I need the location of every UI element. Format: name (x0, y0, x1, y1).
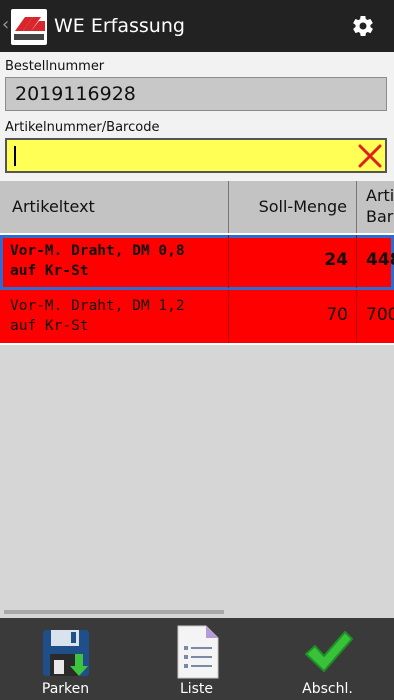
app-title: WE Erfassung (54, 15, 185, 37)
checkmark-icon (303, 624, 353, 680)
row-article-text: Vor-M. Draht, DM 0,8 auf Kr-St (10, 243, 185, 279)
horizontal-scrollbar[interactable] (4, 610, 224, 614)
list-button-label: Liste (179, 681, 214, 697)
finish-button[interactable]: Abschl. (262, 618, 393, 700)
article-table: Artikeltext Soll-Menge Arti Bar Vor-M. D… (0, 181, 394, 345)
app-logo[interactable] (11, 9, 47, 45)
order-number-field[interactable]: 2019116928 (5, 77, 387, 111)
table-row[interactable]: Vor-M. Draht, DM 1,2 auf Kr-St 70 700 (0, 290, 394, 345)
column-header-article-text[interactable]: Artikeltext (0, 181, 228, 233)
table-row[interactable]: Vor-M. Draht, DM 0,8 auf Kr-St 24 448 (0, 235, 394, 290)
row-target-qty: 24 (228, 235, 356, 288)
text-cursor (14, 146, 16, 166)
table-header: Artikeltext Soll-Menge Arti Bar (0, 181, 394, 235)
gear-icon[interactable] (351, 14, 375, 38)
back-chevron-icon[interactable]: ‹ (2, 14, 9, 36)
barcode-input[interactable] (5, 138, 387, 173)
finish-button-label: Abschl. (302, 681, 353, 697)
app-bar: ‹ WE Erfassung (0, 0, 394, 52)
row-barcode: 448 (356, 235, 394, 288)
list-document-icon (172, 624, 222, 680)
row-article-text: Vor-M. Draht, DM 1,2 auf Kr-St (10, 298, 185, 334)
barcode-label: Artikelnummer/Barcode (5, 120, 160, 135)
floppy-disk-icon (41, 624, 91, 680)
column-header-target-qty[interactable]: Soll-Menge (228, 181, 356, 233)
row-target-qty: 70 (228, 290, 356, 343)
bottom-toolbar: Parken Liste Abschl. (0, 618, 394, 700)
entry-form: Bestellnummer 2019116928 Artikelnummer/B… (0, 52, 394, 181)
order-number-label: Bestellnummer (5, 59, 105, 74)
park-button[interactable]: Parken (0, 618, 131, 700)
list-button[interactable]: Liste (131, 618, 262, 700)
column-header-article-barcode[interactable]: Arti Bar (356, 181, 394, 233)
park-button-label: Parken (41, 681, 90, 697)
row-barcode: 700 (356, 290, 394, 343)
clear-x-icon[interactable] (357, 143, 383, 169)
